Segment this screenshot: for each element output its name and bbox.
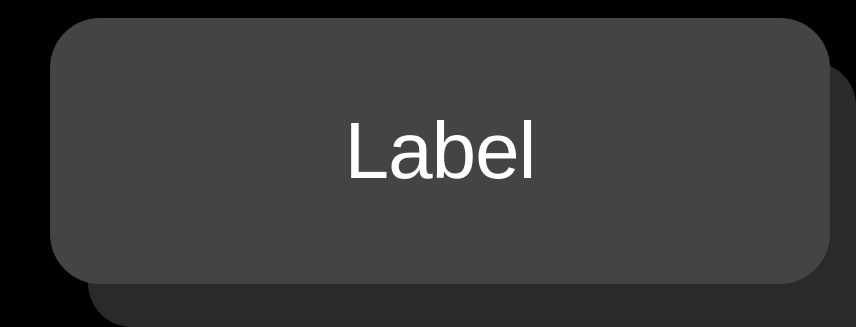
button-label: Label	[344, 106, 537, 195]
canvas: Label	[0, 0, 856, 327]
label-button[interactable]: Label	[50, 18, 830, 284]
